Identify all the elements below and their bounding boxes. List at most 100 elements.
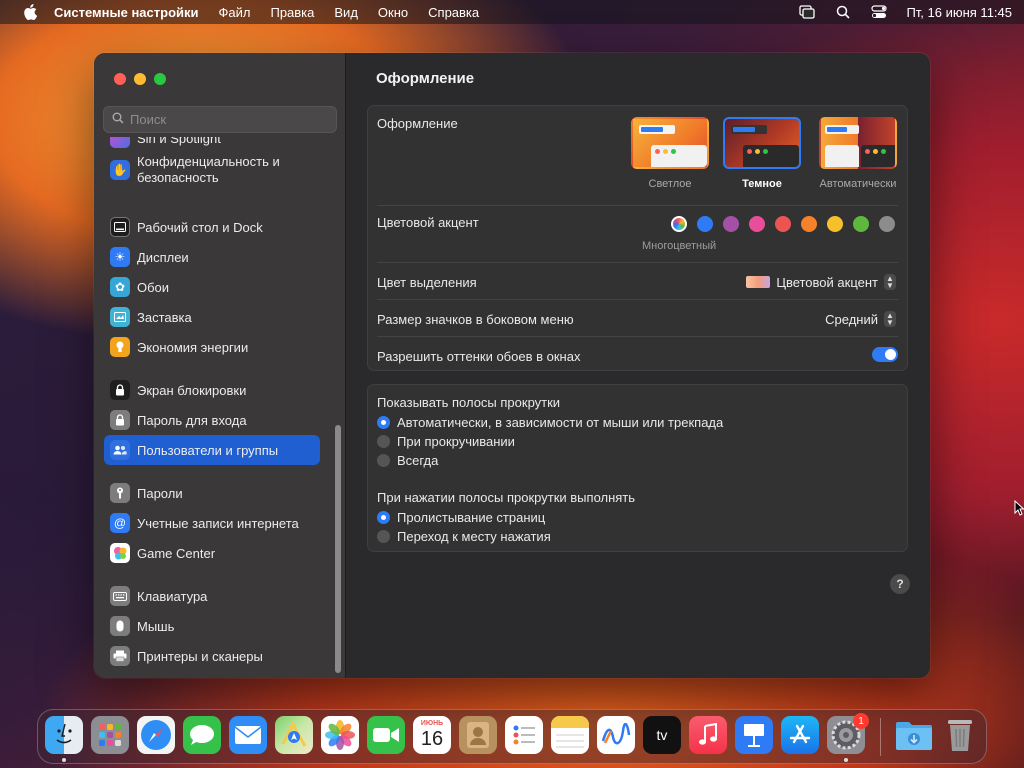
menu-bar: Системные настройки Файл Правка Вид Окно… — [0, 0, 1024, 24]
radio-button[interactable] — [377, 511, 390, 524]
sidebar-item-lock-screen[interactable]: Экран блокировки — [104, 375, 320, 405]
accent-pink[interactable] — [749, 216, 765, 232]
accent-multicolor[interactable] — [671, 216, 687, 232]
menu-edit[interactable]: Правка — [270, 5, 314, 20]
keyboard-icon — [110, 586, 130, 606]
menu-help[interactable]: Справка — [428, 5, 479, 20]
appstore-icon[interactable] — [781, 716, 819, 754]
spotlight-search-icon[interactable] — [834, 4, 852, 20]
keynote-icon[interactable] — [735, 716, 773, 754]
radio-button[interactable] — [377, 416, 390, 429]
accent-yellow[interactable] — [827, 216, 843, 232]
notes-icon[interactable] — [551, 716, 589, 754]
mouse-cursor-icon — [1014, 499, 1024, 519]
wallpaper-tint-toggle[interactable] — [872, 347, 898, 362]
facetime-icon[interactable] — [367, 716, 405, 754]
radio-button[interactable] — [377, 454, 390, 467]
menu-view[interactable]: Вид — [334, 5, 358, 20]
help-button[interactable]: ? — [890, 574, 910, 594]
divider — [377, 299, 898, 300]
sidebar-icon-size-popup[interactable]: Средний ▲ ▼ — [825, 311, 896, 327]
sidebar-item-desktop-dock[interactable]: Рабочий стол и Dock — [104, 212, 320, 242]
theme-dark-label: Темное — [742, 178, 782, 190]
sidebar-item-label: Клавиатура — [137, 588, 208, 604]
accent-red[interactable] — [775, 216, 791, 232]
radio-click-next-page[interactable]: Пролистывание страниц — [377, 510, 545, 525]
sidebar-item-wallpaper[interactable]: ✿ Обои — [104, 272, 320, 302]
finder-icon[interactable] — [45, 716, 83, 754]
sidebar-item-keyboard[interactable]: Клавиатура — [104, 581, 320, 611]
trash-icon[interactable] — [941, 716, 979, 754]
sidebar-item-printers[interactable]: Принтеры и сканеры — [104, 641, 320, 671]
calendar-icon[interactable]: ИЮНЬ 16 — [413, 716, 451, 754]
theme-dark[interactable]: Темное — [721, 117, 803, 190]
mouse-icon — [110, 616, 130, 636]
sidebar-item-login-password[interactable]: Пароль для входа — [104, 405, 320, 435]
sidebar-item-label: Дисплеи — [137, 249, 189, 265]
mail-icon[interactable] — [229, 716, 267, 754]
close-button[interactable] — [114, 73, 126, 85]
freeform-icon[interactable] — [597, 716, 635, 754]
sidebar-item-passwords[interactable]: Пароли — [104, 478, 320, 508]
sidebar-item-users-groups[interactable]: Пользователи и группы — [104, 435, 320, 465]
menu-clock[interactable]: Пт, 16 июня 11:45 — [906, 5, 1012, 20]
window-controls — [114, 73, 166, 85]
sidebar-item-privacy[interactable]: ✋ Конфиденциальность и безопасность — [104, 152, 320, 188]
sidebar-item-label: Мышь — [137, 618, 175, 634]
reminders-icon[interactable] — [505, 716, 543, 754]
show-scrollbars-label: Показывать полосы прокрутки — [377, 395, 561, 410]
radio-scroll-when-scrolling[interactable]: При прокручивании — [377, 434, 515, 449]
sidebar-item-internet-accounts[interactable]: @ Учетные записи интернета — [104, 508, 320, 538]
sidebar-item-displays[interactable]: ☀ Дисплеи — [104, 242, 320, 272]
music-icon[interactable] — [689, 716, 727, 754]
highlight-swatch — [746, 276, 771, 288]
accent-green[interactable] — [853, 216, 869, 232]
sidebar-item-label: Заставка — [137, 309, 192, 325]
sidebar-scrollbar[interactable] — [335, 425, 341, 673]
screensaver-icon — [110, 307, 130, 327]
sidebar-item-game-center[interactable]: Game Center — [104, 538, 320, 568]
control-center-icon[interactable] — [870, 4, 888, 20]
downloads-folder-icon[interactable] — [895, 716, 933, 754]
settings-icon[interactable]: 1 — [827, 713, 869, 754]
dock: ИЮНЬ 16 tv 1 — [37, 709, 987, 764]
menu-window[interactable]: Окно — [378, 5, 408, 20]
maps-icon[interactable] — [275, 716, 313, 754]
menu-file[interactable]: Файл — [219, 5, 251, 20]
theme-auto[interactable]: Автоматически — [814, 117, 902, 190]
printer-icon — [110, 646, 130, 666]
radio-button[interactable] — [377, 435, 390, 448]
safari-icon[interactable] — [137, 716, 175, 754]
photos-icon[interactable] — [321, 716, 359, 754]
sidebar-item-screensaver[interactable]: Заставка — [104, 302, 320, 332]
apple-menu-icon[interactable] — [20, 0, 40, 24]
accent-purple[interactable] — [723, 216, 739, 232]
search-input[interactable] — [130, 112, 330, 127]
radio-click-jump-to-spot[interactable]: Переход к месту нажатия — [377, 529, 551, 544]
accent-blue[interactable] — [697, 216, 713, 232]
sun-icon: ☀ — [110, 247, 130, 267]
sidebar-item-label: Пароли — [137, 485, 183, 501]
appletv-icon[interactable]: tv — [643, 716, 681, 754]
accent-orange[interactable] — [801, 216, 817, 232]
accent-color-picker — [671, 216, 895, 232]
sidebar-item-energy[interactable]: Экономия энергии — [104, 332, 320, 362]
screen-mirroring-icon[interactable] — [798, 4, 816, 20]
zoom-button[interactable] — [154, 73, 166, 85]
launchpad-icon[interactable] — [91, 716, 129, 754]
radio-scroll-always[interactable]: Всегда — [377, 453, 438, 468]
menu-app-name[interactable]: Системные настройки — [54, 5, 199, 20]
radio-scroll-auto[interactable]: Автоматически, в зависимости от мыши или… — [377, 415, 723, 430]
accent-graphite[interactable] — [879, 216, 895, 232]
calendar-month: ИЮНЬ — [420, 720, 444, 727]
minimize-button[interactable] — [134, 73, 146, 85]
radio-button[interactable] — [377, 530, 390, 543]
messages-icon[interactable] — [183, 716, 221, 754]
search-field[interactable] — [103, 106, 337, 133]
contacts-icon[interactable] — [459, 716, 497, 754]
sidebar-item-mouse[interactable]: Мышь — [104, 611, 320, 641]
sidebar-item-label: Siri и Spotlight — [137, 137, 221, 146]
sidebar-item-siri[interactable]: Siri и Spotlight — [104, 137, 320, 148]
highlight-color-popup[interactable]: Цветовой акцент ▲ ▼ — [746, 274, 896, 290]
theme-light[interactable]: Светлое — [629, 117, 711, 190]
